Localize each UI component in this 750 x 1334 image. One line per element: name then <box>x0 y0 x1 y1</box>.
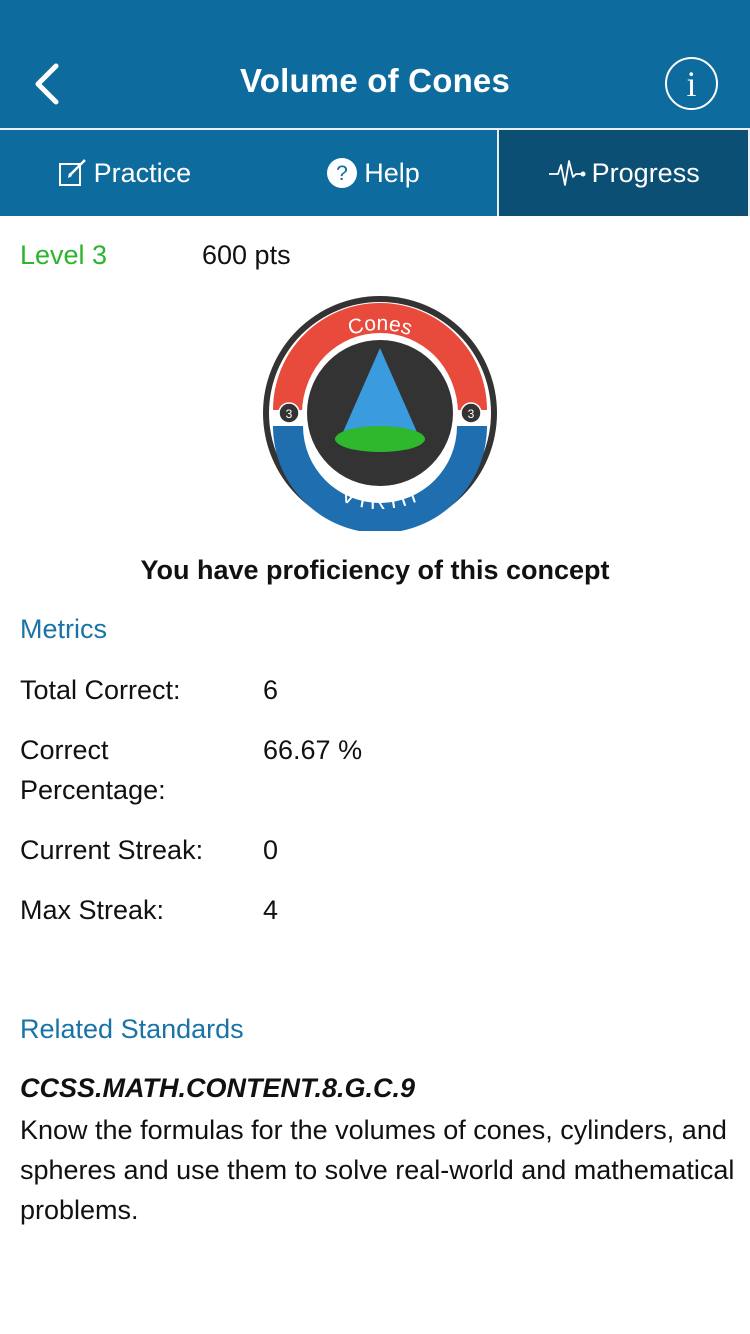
info-button[interactable]: i <box>665 57 718 110</box>
metric-value: 4 <box>263 895 279 925</box>
tab-label-help: Help <box>364 157 420 188</box>
pulse-icon <box>548 160 586 186</box>
standard-code: CCSS.MATH.CONTENT.8.G.C.9 <box>20 1073 416 1103</box>
tab-label-practice: Practice <box>93 157 192 188</box>
standard-description: Know the formulas for the volumes of con… <box>20 1115 735 1225</box>
tab-help[interactable]: ? Help <box>249 130 498 216</box>
metric-value: 0 <box>263 835 279 865</box>
metric-label: Total Correct: <box>20 675 181 705</box>
cone-base <box>335 426 425 452</box>
badge-level-left-text: 3 <box>286 407 293 421</box>
tab-practice[interactable]: Practice <box>0 130 249 216</box>
tab-progress[interactable]: Progress <box>497 130 750 216</box>
points-label: 600 pts <box>202 240 291 270</box>
level-label: Level 3 <box>20 240 108 270</box>
edit-icon <box>58 159 86 186</box>
tab-bar: Practice ? Help Progress <box>0 128 750 216</box>
related-standards-title: Related Standards <box>20 1014 244 1044</box>
svg-text:?: ? <box>336 162 348 185</box>
metric-label: Current Streak: <box>20 835 204 865</box>
badge-level-right-text: 3 <box>468 407 475 421</box>
nav-header: Volume of Cones i <box>0 0 750 128</box>
metric-value: 6 <box>263 675 279 705</box>
page-title: Volume of Cones <box>239 62 511 99</box>
question-icon: ? <box>327 158 358 188</box>
metric-value: 66.67 % <box>263 735 363 765</box>
concept-badge: Cones VIRIH 3 3 <box>263 296 497 531</box>
metric-label: Max Streak: <box>20 895 165 925</box>
metrics-title: Metrics <box>20 614 107 644</box>
proficiency-message: You have proficiency of this concept <box>140 555 610 585</box>
metric-label: Correct Percentage: <box>20 735 166 805</box>
info-icon: i <box>686 63 697 104</box>
tab-label-progress: Progress <box>591 157 700 188</box>
